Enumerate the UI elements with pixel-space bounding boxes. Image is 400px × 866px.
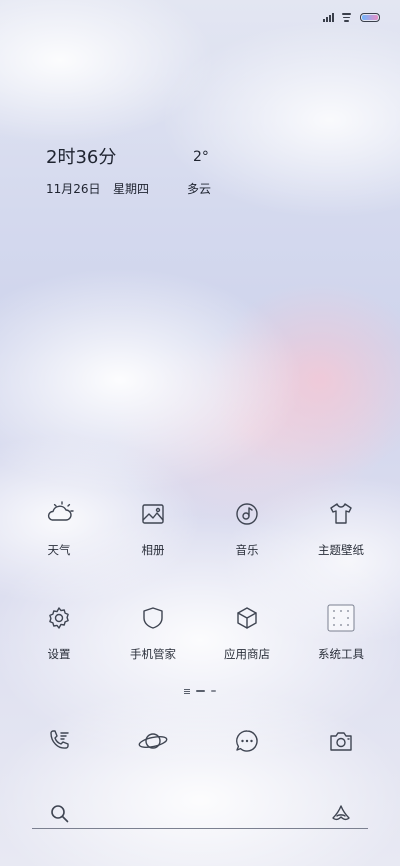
- app-phone-manager[interactable]: 手机管家: [108, 602, 198, 662]
- theme-icon: [325, 498, 357, 530]
- date: 11月26日: [46, 182, 101, 196]
- folder-system-tools[interactable]: 系统工具: [296, 602, 386, 662]
- temperature: 2°: [193, 149, 209, 165]
- assistant-icon[interactable]: [330, 803, 352, 825]
- security-icon: [137, 602, 169, 634]
- gallery-icon: [137, 498, 169, 530]
- clock-weather-widget[interactable]: 2时36分 2° 11月26日 星期四 多云: [46, 143, 306, 203]
- tools-folder-icon: [325, 602, 357, 634]
- messages-icon[interactable]: [231, 725, 263, 757]
- page-dot-active: [196, 690, 205, 692]
- camera-icon[interactable]: [325, 725, 357, 757]
- phone-icon[interactable]: [43, 725, 75, 757]
- app-label: 手机管家: [130, 647, 176, 661]
- app-music[interactable]: 音乐: [202, 498, 292, 558]
- signal-icon: [323, 12, 334, 22]
- app-settings[interactable]: 设置: [14, 602, 104, 662]
- app-label: 音乐: [235, 543, 259, 557]
- app-label: 相册: [141, 543, 165, 557]
- search-icon[interactable]: [50, 804, 70, 824]
- app-store[interactable]: 应用商店: [202, 602, 292, 662]
- app-label: 应用商店: [224, 647, 270, 661]
- app-label: 主题壁纸: [318, 543, 364, 557]
- page-indicator[interactable]: [0, 688, 400, 694]
- app-label: 设置: [47, 647, 71, 661]
- app-gallery[interactable]: 相册: [108, 498, 198, 558]
- menu-icon: [184, 688, 190, 694]
- status-bar: [323, 10, 380, 24]
- search-bar[interactable]: [32, 798, 368, 829]
- weather-icon: [43, 498, 75, 530]
- clock-time: 2时36分: [46, 147, 117, 168]
- settings-icon: [43, 602, 75, 634]
- app-store-icon: [231, 602, 263, 634]
- app-weather[interactable]: 天气: [14, 498, 104, 558]
- app-theme[interactable]: 主题壁纸: [296, 498, 386, 558]
- battery-level: [362, 14, 378, 20]
- weather-condition: 多云: [187, 182, 212, 196]
- music-icon: [231, 498, 263, 530]
- battery-icon: [360, 12, 380, 22]
- app-label: 天气: [47, 543, 71, 557]
- browser-icon[interactable]: [137, 725, 169, 757]
- wifi-icon: [342, 12, 352, 22]
- app-label: 系统工具: [318, 647, 364, 661]
- weekday: 星期四: [113, 182, 150, 196]
- page-dot: [211, 690, 216, 692]
